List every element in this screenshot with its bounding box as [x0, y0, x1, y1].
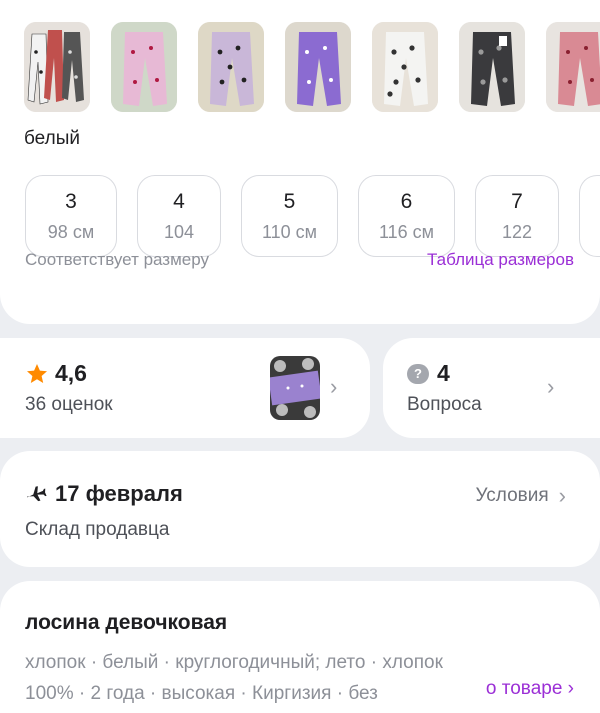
size-number: 4: [173, 189, 185, 213]
size-chip-3[interactable]: 3 98 см: [25, 175, 117, 257]
variant-thumbnail-dark-leopard[interactable]: [459, 22, 525, 112]
questions-card[interactable]: ? 4 Вопроса ›: [383, 338, 600, 438]
size-table-link[interactable]: Таблица размеров: [427, 250, 574, 270]
variant-thumbnail-pink-hearts[interactable]: [111, 22, 177, 112]
product-attributes: хлопок · белый · круглогодичный; лето · …: [25, 652, 443, 704]
variant-thumbnail-beige-hearts[interactable]: [198, 22, 264, 112]
selected-color-label: белый: [24, 128, 80, 149]
size-number: 5: [283, 189, 296, 213]
size-height: 122: [501, 221, 533, 242]
delivery-date-line: 17 февраля: [25, 481, 183, 507]
size-chip-5[interactable]: 5 110 см: [241, 175, 338, 257]
size-height: 110 см: [261, 221, 318, 242]
size-number: 6: [400, 189, 413, 213]
rating-count: 36 оценок: [25, 394, 113, 415]
variant-thumbnail-white-leopard[interactable]: [372, 22, 438, 112]
question-bubble-icon: ?: [407, 363, 429, 384]
star-icon: [27, 363, 47, 383]
size-chip-7[interactable]: 7 122: [475, 175, 559, 257]
size-selector: 3 98 см 4 104 5 110 см 6 116 см 7 122: [25, 175, 600, 257]
variant-thumbnail-purple-unicorn[interactable]: [285, 22, 351, 112]
rating-line: 4,6: [25, 360, 87, 387]
variant-thumbnail-pink-pattern[interactable]: [546, 22, 600, 112]
size-chip-4[interactable]: 4 104: [137, 175, 221, 257]
about-product-link[interactable]: о товаре ›: [445, 678, 574, 700]
size-height: 116 см: [378, 221, 435, 242]
delivery-card[interactable]: 17 февраля Склад продавца Условия ›: [0, 451, 600, 567]
conditions-label: Условия: [475, 485, 549, 506]
size-height: 98 см: [47, 221, 95, 242]
size-chip-6[interactable]: 6 116 см: [358, 175, 455, 257]
product-title: лосина девочковая: [25, 611, 228, 634]
size-chip-next-partial[interactable]: [579, 175, 600, 257]
variant-size-card: белый 3 98 см 4 104 5 110 см 6 116 см 7 …: [0, 0, 600, 324]
size-number: 7: [511, 189, 523, 213]
questions-label: Вопроса: [407, 394, 482, 415]
size-number: 3: [65, 189, 77, 213]
chevron-right-icon: ›: [547, 374, 555, 399]
rating-card[interactable]: 4,6 36 оценок ›: [0, 338, 370, 438]
rating-value: 4,6: [55, 360, 87, 386]
product-info-card: лосина девочковая хлопок · белый · кругл…: [0, 581, 600, 713]
airplane-icon: [27, 486, 47, 502]
color-variant-thumbnails: [24, 22, 600, 112]
delivery-source: Склад продавца: [25, 519, 170, 540]
delivery-date: 17 февраля: [55, 481, 183, 506]
questions-line: ? 4: [407, 360, 450, 387]
delivery-conditions-link[interactable]: Условия ›: [476, 483, 567, 509]
variant-thumbnail-mix[interactable]: [24, 22, 90, 112]
size-fit-text: Соответствует размеру: [25, 250, 209, 269]
chevron-right-icon: ›: [558, 483, 566, 508]
size-height: 104: [163, 221, 195, 242]
chevron-right-icon: ›: [330, 374, 338, 399]
questions-count: 4: [437, 360, 450, 386]
review-photo-thumbnail[interactable]: [270, 356, 320, 420]
